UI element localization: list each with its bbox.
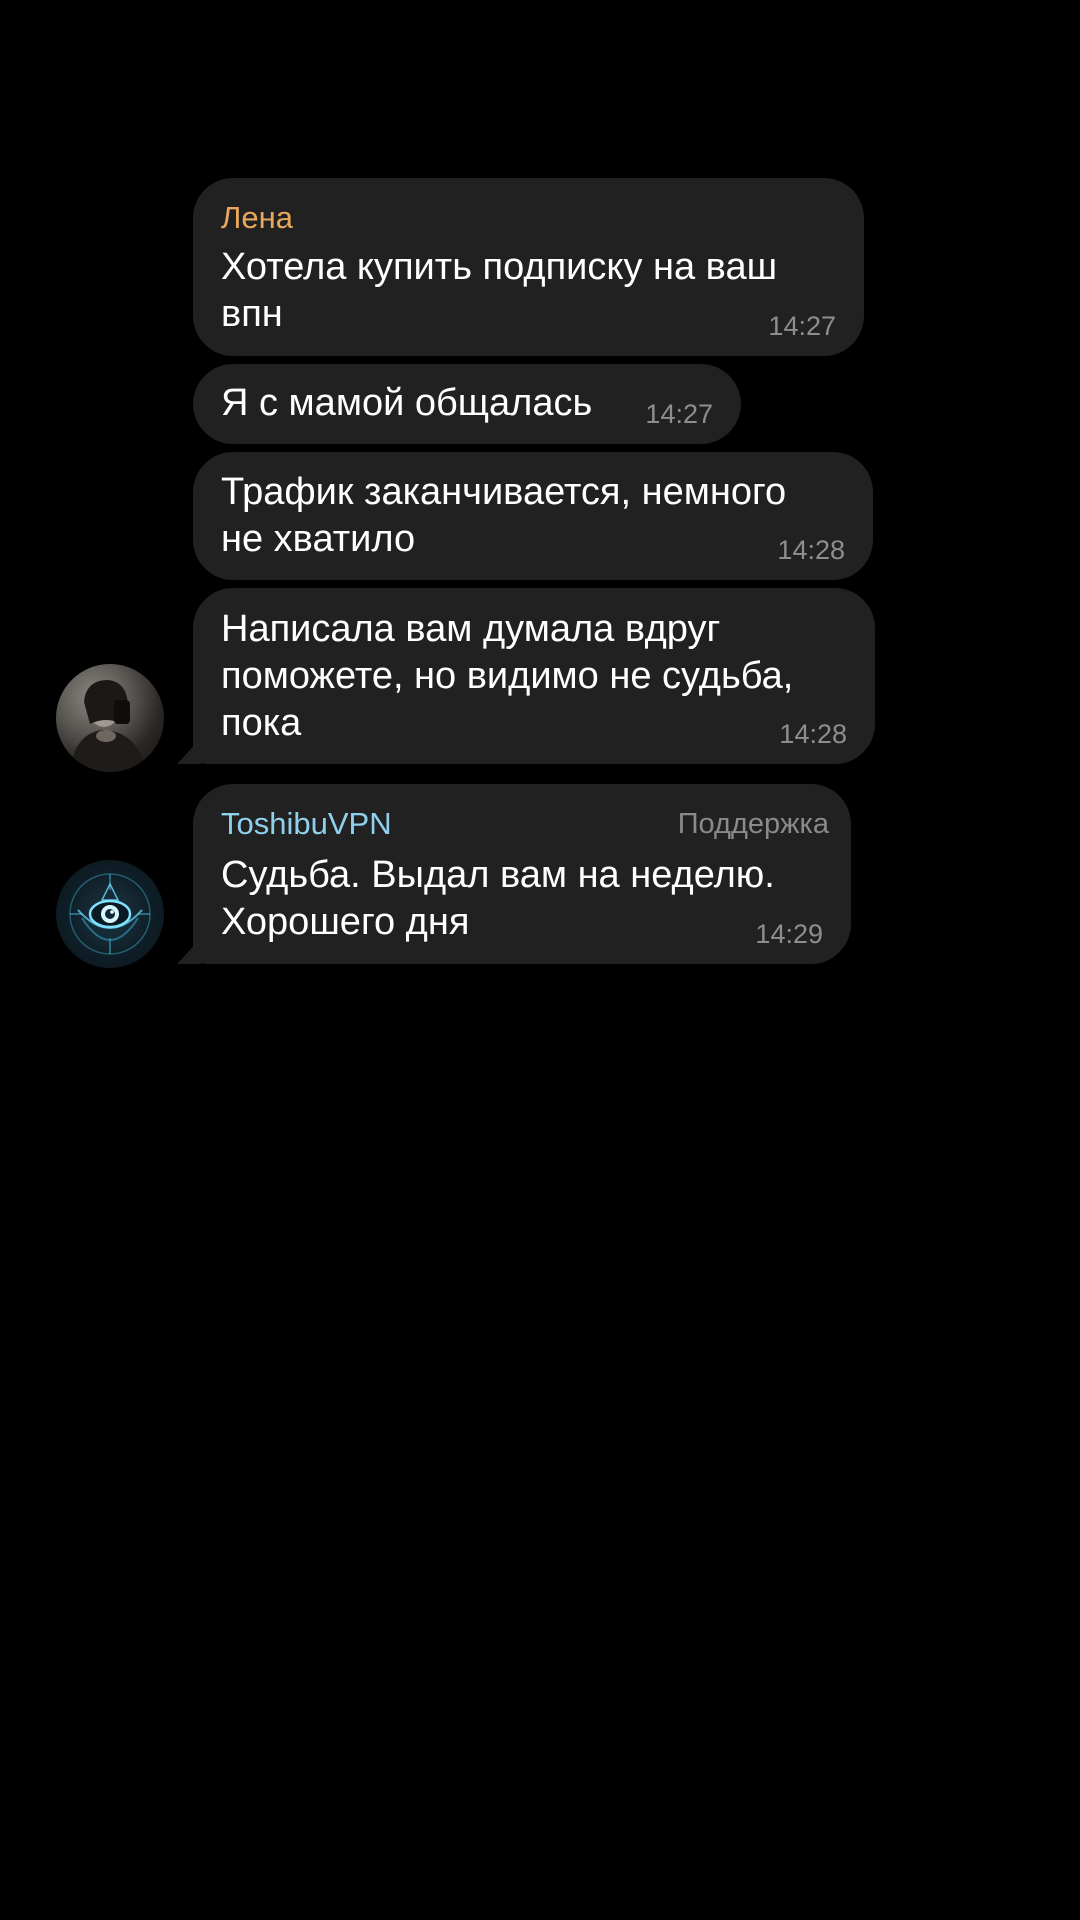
message-time: 14:27 — [768, 311, 836, 341]
message-text: Хотела купить подписку на ваш впн — [221, 246, 778, 335]
message-bubble-5[interactable]: ToshibuVPN Поддержка Судьба. Выдал вам н… — [177, 784, 851, 964]
message-bubble-3[interactable]: Трафик заканчивается, немного не хватило… — [193, 452, 873, 580]
user-photo-icon — [70, 680, 148, 772]
lena-avatar[interactable] — [56, 664, 164, 772]
message-time: 14:28 — [777, 535, 845, 565]
message-time: 14:27 — [645, 399, 713, 429]
message-bubble-4[interactable]: Написала вам думала вдруг поможете, но в… — [177, 588, 875, 764]
toshibu-avatar[interactable] — [56, 860, 164, 968]
message-bubble-1[interactable]: Лена Хотела купить подписку на ваш впн 1… — [193, 178, 864, 356]
eye-logo-icon — [69, 873, 151, 955]
bubble-tail — [177, 738, 201, 764]
admin-role-badge: Поддержка — [677, 808, 829, 840]
message-text: Я с мамой общалась — [221, 382, 593, 424]
message-text: Судьба. Выдал вам на неделю. Хорошего дн… — [221, 854, 775, 943]
message-bubble-2[interactable]: Я с мамой общалась 14:27 — [193, 364, 741, 444]
chat-area: Лена Хотела купить подписку на ваш впн 1… — [0, 0, 1080, 1920]
sender-name-toshibu[interactable]: ToshibuVPN — [221, 806, 392, 842]
sender-name-lena[interactable]: Лена — [221, 200, 293, 236]
message-text: Написала вам думала вдруг поможете, но в… — [221, 608, 794, 744]
bubble-tail — [177, 938, 201, 964]
message-text: Трафик заканчивается, немного не хватило — [221, 471, 787, 560]
message-time: 14:29 — [755, 919, 823, 949]
message-time: 14:28 — [779, 719, 847, 749]
